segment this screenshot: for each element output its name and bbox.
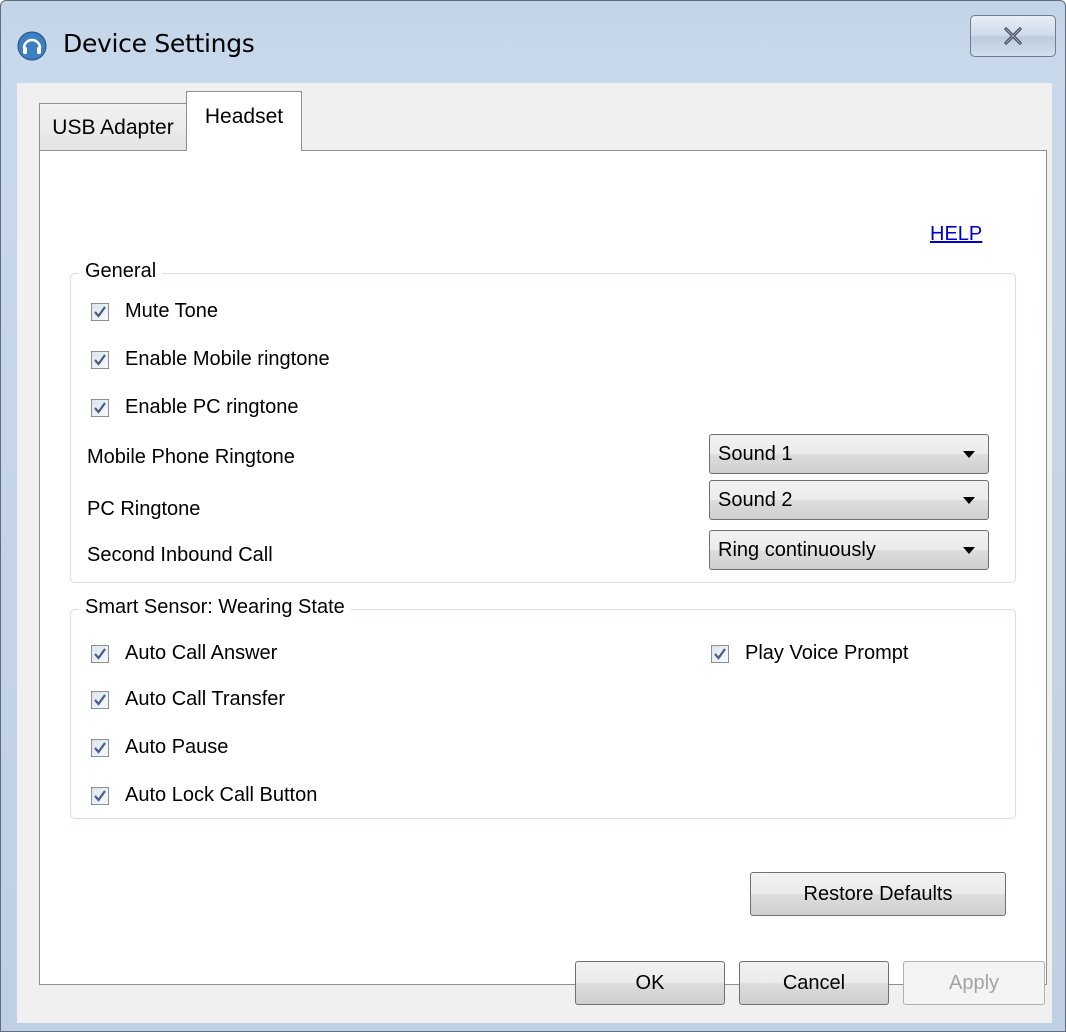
- pc-ringtone-dropdown[interactable]: Sound 2: [709, 480, 989, 520]
- checkbox-box: [91, 350, 109, 369]
- checkbox-label: Enable Mobile ringtone: [125, 348, 330, 370]
- chevron-down-icon: [963, 451, 975, 458]
- mute-tone-checkbox[interactable]: Mute Tone: [91, 300, 218, 323]
- mobile-phone-ringtone-dropdown[interactable]: Sound 1: [709, 434, 989, 474]
- mobile-phone-ringtone-label: Mobile Phone Ringtone: [87, 446, 295, 468]
- smart-sensor-legend: Smart Sensor: Wearing State: [79, 596, 351, 619]
- checkmark-icon: [94, 353, 106, 366]
- auto-pause-checkbox[interactable]: Auto Pause: [91, 736, 228, 759]
- enable-mobile-ringtone-checkbox[interactable]: Enable Mobile ringtone: [91, 348, 330, 371]
- dropdown-value: Sound 2: [718, 488, 793, 511]
- close-button[interactable]: [970, 15, 1056, 57]
- auto-call-answer-checkbox[interactable]: Auto Call Answer: [91, 642, 277, 665]
- checkbox-box: [711, 644, 729, 663]
- apply-button[interactable]: Apply: [903, 961, 1045, 1005]
- checkbox-box: [91, 690, 109, 709]
- checkbox-box: [91, 302, 109, 321]
- chevron-down-icon: [963, 547, 975, 554]
- device-settings-window: Device Settings USB Adapter Headset HELP…: [0, 0, 1066, 1032]
- checkbox-label: Auto Pause: [125, 736, 229, 758]
- checkbox-label: Play Voice Prompt: [745, 642, 909, 664]
- general-legend: General: [79, 260, 163, 283]
- checkmark-icon: [94, 789, 106, 802]
- ok-button[interactable]: OK: [575, 961, 725, 1005]
- checkbox-box: [91, 398, 109, 417]
- dropdown-value: Ring continuously: [718, 538, 876, 561]
- cancel-button[interactable]: Cancel: [739, 961, 889, 1005]
- headset-tab-panel: HELP General Mute Tone Enable Mobile rin…: [39, 150, 1047, 985]
- checkmark-icon: [94, 741, 106, 754]
- second-inbound-call-label: Second Inbound Call: [87, 544, 273, 566]
- pc-ringtone-label: PC Ringtone: [87, 498, 201, 520]
- restore-defaults-button[interactable]: Restore Defaults: [750, 872, 1006, 916]
- checkbox-label: Auto Call Answer: [125, 642, 278, 664]
- checkbox-box: [91, 786, 109, 805]
- auto-call-transfer-checkbox[interactable]: Auto Call Transfer: [91, 688, 285, 711]
- checkmark-icon: [94, 647, 106, 660]
- play-voice-prompt-checkbox[interactable]: Play Voice Prompt: [711, 642, 908, 665]
- second-inbound-call-dropdown[interactable]: Ring continuously: [709, 530, 989, 570]
- window-title: Device Settings: [63, 29, 255, 58]
- enable-pc-ringtone-checkbox[interactable]: Enable PC ringtone: [91, 396, 298, 419]
- checkmark-icon: [94, 401, 106, 414]
- checkbox-label: Auto Lock Call Button: [125, 784, 318, 806]
- checkmark-icon: [714, 647, 726, 660]
- help-link[interactable]: HELP: [930, 223, 982, 246]
- tab-usb-adapter[interactable]: USB Adapter: [39, 103, 187, 151]
- tab-headset[interactable]: Headset: [186, 91, 302, 151]
- smart-sensor-group: Smart Sensor: Wearing State Auto Call An…: [70, 596, 1016, 819]
- chevron-down-icon: [963, 497, 975, 504]
- dropdown-value: Sound 1: [718, 442, 793, 465]
- checkmark-icon: [94, 693, 106, 706]
- checkbox-label: Auto Call Transfer: [125, 688, 286, 710]
- general-group: General Mute Tone Enable Mobile ringtone…: [70, 260, 1016, 583]
- checkbox-box: [91, 644, 109, 663]
- checkbox-label: Enable PC ringtone: [125, 396, 299, 418]
- auto-lock-call-button-checkbox[interactable]: Auto Lock Call Button: [91, 784, 317, 807]
- close-icon: [1004, 27, 1022, 45]
- checkbox-box: [91, 738, 109, 757]
- headset-icon: [17, 31, 47, 61]
- title-bar: Device Settings: [1, 1, 1065, 81]
- checkbox-label: Mute Tone: [125, 300, 219, 322]
- dialog-content: USB Adapter Headset HELP General Mute To…: [17, 83, 1052, 1023]
- checkmark-icon: [94, 305, 106, 318]
